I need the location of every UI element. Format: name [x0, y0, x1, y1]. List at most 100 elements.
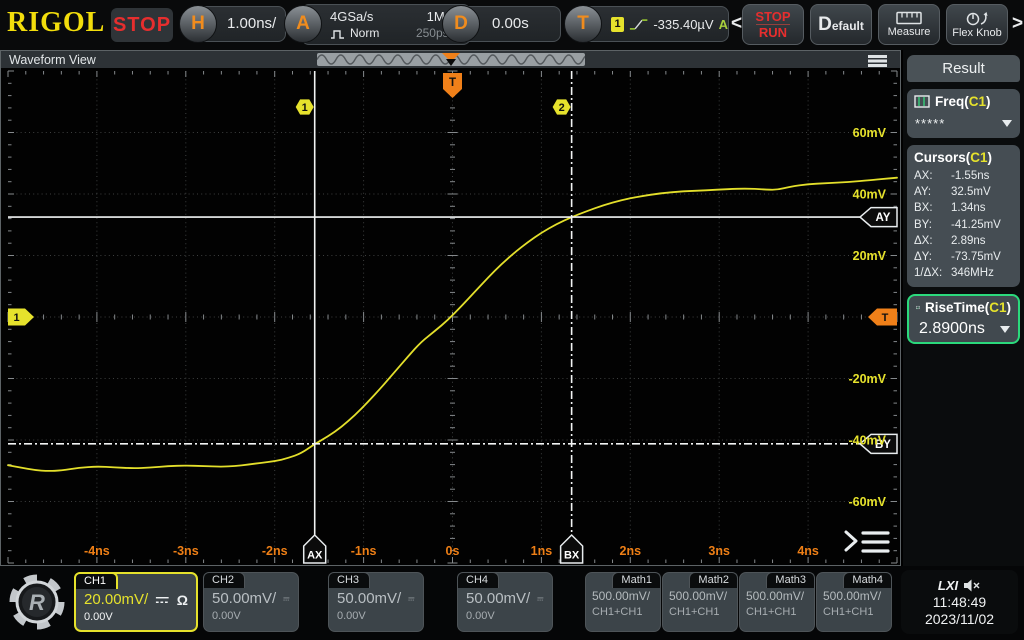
freq-dropdown-icon[interactable]: [1002, 120, 1012, 132]
dc-coupling-icon: [155, 595, 170, 605]
result-header: Result: [907, 55, 1020, 82]
ch1-impedance: Ω: [177, 592, 188, 608]
svg-text:BX: BX: [564, 550, 580, 562]
freq-label: Freq(C1): [935, 94, 991, 109]
lxi-label: LXI: [938, 578, 958, 593]
freq-value: *****: [915, 116, 945, 131]
flex-knob-button[interactable]: Flex Knob: [946, 4, 1008, 45]
stop-label: STOP: [755, 9, 790, 24]
math-card-math4[interactable]: Math4 500.00mV/ CH1+CH1: [816, 572, 892, 632]
ch1-level-marker[interactable]: [8, 309, 34, 326]
svg-text:-3ns: -3ns: [173, 544, 199, 558]
risetime-label: RiseTime(C1): [925, 300, 1011, 315]
toolbar-next-icon[interactable]: >: [1012, 13, 1023, 35]
freq-counter-icon: [914, 95, 930, 108]
math2-scale: 500.00mV/: [669, 589, 731, 603]
ch1-scale: 20.00mV/: [84, 591, 148, 608]
ch1-tab[interactable]: CH1: [74, 572, 118, 589]
cursor-row-dx: ΔX:2.89ns: [912, 233, 1015, 249]
waveform-menu-icon[interactable]: [868, 55, 887, 58]
svg-text:40mV: 40mV: [853, 188, 887, 202]
math-card-math3[interactable]: Math3 500.00mV/ CH1+CH1: [739, 572, 815, 632]
ch4-scale: 50.00mV/: [466, 590, 530, 607]
math2-tab[interactable]: Math2: [689, 572, 738, 588]
stop-run-button[interactable]: STOP RUN: [742, 4, 804, 45]
svg-text:-2ns: -2ns: [262, 544, 288, 558]
default-button[interactable]: Default: [810, 4, 872, 45]
status-time: 11:48:49: [933, 594, 986, 610]
acquire-knob[interactable]: A: [284, 5, 322, 43]
waveform-title: Waveform View: [9, 53, 96, 67]
ch1-offset: 0.00V: [84, 611, 188, 623]
dc-coupling-icon: [537, 594, 544, 604]
risetime-value: 2.8900ns: [917, 320, 985, 338]
svg-text:R: R: [29, 590, 45, 615]
memory-position-scrollbar[interactable]: [317, 53, 585, 66]
channel-card-ch1[interactable]: CH1 20.00mV/ Ω 0.00V: [74, 572, 198, 632]
trigger-knob[interactable]: T: [564, 5, 602, 43]
default-label: Default: [818, 14, 864, 36]
ruler-icon: [896, 11, 922, 25]
risetime-result-card[interactable]: RiseTime(C1) 2.8900ns: [907, 294, 1020, 344]
measure-button[interactable]: Measure: [878, 4, 940, 45]
svg-text:AY: AY: [876, 212, 891, 224]
math1-tab[interactable]: Math1: [612, 572, 661, 588]
channel-card-ch3[interactable]: CH3 50.00mV/ 0.00V: [328, 572, 424, 632]
math-card-math2[interactable]: Math2 500.00mV/ CH1+CH1: [662, 572, 738, 632]
ch1-trace: [8, 178, 897, 471]
freq-result-card[interactable]: Freq(C1) *****: [907, 89, 1020, 138]
cursor-row-ax: AX:-1.55ns: [912, 168, 1015, 184]
svg-text:3ns: 3ns: [708, 544, 730, 558]
oscilloscope-screen: RIGOL STOP H 1.00ns/ A 4GSa/s1Mpts Norm …: [0, 0, 1024, 640]
math-card-math1[interactable]: Math1 500.00mV/ CH1+CH1: [585, 572, 661, 632]
svg-text:-60mV: -60mV: [848, 495, 886, 509]
svg-text:20mV: 20mV: [853, 249, 887, 263]
channel-card-ch4[interactable]: CH4 50.00mV/ 0.00V: [457, 572, 553, 632]
horizontal-knob[interactable]: H: [179, 5, 217, 43]
svg-text:T: T: [882, 312, 889, 324]
dc-coupling-icon: [408, 594, 415, 604]
trigger-panel[interactable]: 1 -335.40µV A: [583, 6, 729, 42]
math3-tab[interactable]: Math3: [766, 572, 815, 588]
math2-expr: CH1+CH1: [669, 606, 731, 618]
svg-text:2ns: 2ns: [620, 544, 642, 558]
math4-expr: CH1+CH1: [823, 606, 885, 618]
svg-text:-20mV: -20mV: [848, 372, 886, 386]
svg-text:2: 2: [559, 102, 565, 114]
svg-text:1: 1: [302, 102, 308, 114]
svg-text:0s: 0s: [446, 544, 460, 558]
axis-labels: -4ns-3ns-2ns-1ns0s1ns2ns3ns4ns60mV40mV20…: [84, 126, 887, 558]
toolbar-prev-icon[interactable]: <: [731, 13, 742, 35]
trigger-level-value: -335.40µV: [653, 17, 713, 32]
plot-expand-menu-icon[interactable]: [846, 532, 888, 551]
cursor-row-ay: AY:32.5mV: [912, 184, 1015, 200]
cursors-result-card[interactable]: Cursors(C1) AX:-1.55ns AY:32.5mV BX:1.34…: [907, 145, 1020, 287]
cursor-row-inv-dx: 1/ΔX:346MHz: [912, 265, 1015, 281]
channel-card-ch2[interactable]: CH2 50.00mV/ 0.00V: [203, 572, 299, 632]
svg-text:-1ns: -1ns: [351, 544, 377, 558]
math4-tab[interactable]: Math4: [843, 572, 892, 588]
ch3-tab[interactable]: CH3: [328, 572, 370, 588]
delay-knob[interactable]: D: [442, 5, 480, 43]
acquire-mode: Norm: [350, 25, 379, 42]
waveform-window: Waveform View 12TAXBXAYBYT1 -4ns-3ns-2ns…: [0, 50, 901, 566]
acquisition-state-badge: STOP: [111, 8, 173, 42]
svg-text:1: 1: [13, 312, 19, 324]
graticule: [8, 71, 897, 563]
ch4-tab[interactable]: CH4: [457, 572, 499, 588]
cursor-row-bx: BX:1.34ns: [912, 200, 1015, 216]
sample-rate: 4GSa/s: [330, 8, 373, 25]
status-date: 2023/11/02: [925, 611, 994, 627]
rigol-gear-logo[interactable]: R: [8, 571, 66, 638]
knob-icon: [964, 11, 990, 26]
lxi-clock-panel[interactable]: LXI 11:48:49 2023/11/02: [901, 570, 1018, 634]
svg-text:60mV: 60mV: [853, 126, 887, 140]
math3-scale: 500.00mV/: [746, 589, 808, 603]
plot-area[interactable]: 12TAXBXAYBYT1 -4ns-3ns-2ns-1ns0s1ns2ns3n…: [1, 68, 900, 565]
svg-text:-4ns: -4ns: [84, 544, 110, 558]
ch2-tab[interactable]: CH2: [203, 572, 245, 588]
ch2-scale: 50.00mV/: [212, 590, 276, 607]
top-toolbar: RIGOL STOP H 1.00ns/ A 4GSa/s1Mpts Norm …: [0, 0, 1024, 50]
trigger-source-badge: 1: [611, 17, 624, 32]
risetime-dropdown-icon[interactable]: [1000, 326, 1010, 338]
